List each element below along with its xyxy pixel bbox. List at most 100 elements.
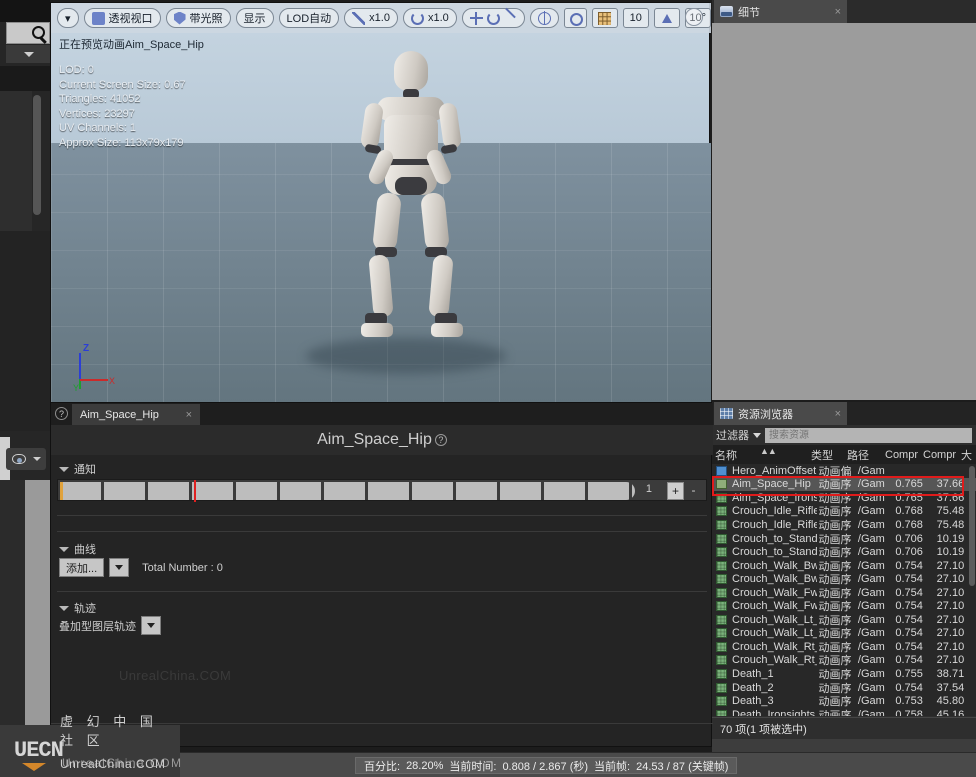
preview-viewport[interactable]: ▾ 透视视口 带光照 显示 LOD自动 x1.0 x1.0 10 10° 正在预… (50, 2, 711, 403)
asset-path: /Gam (857, 708, 885, 716)
divider (57, 515, 707, 516)
asset-type-icon (716, 601, 727, 612)
mesh-leg-left-lower (368, 254, 394, 318)
camera-speed-button[interactable]: x1.0 (344, 8, 398, 28)
asset-browser-tab-label: 资源浏览器 (738, 408, 793, 421)
notify-track[interactable]: 1 + - (57, 479, 707, 502)
asset-compression-1: 0.706 (895, 546, 923, 559)
asset-path: /Gam (857, 532, 885, 545)
curve-section-header[interactable]: 曲线 (59, 541, 96, 557)
animation-editor-panel: ? Aim_Space_Hip × Aim_Space_Hip ? 通知 1 +… (50, 402, 713, 747)
grid-snap-value-button[interactable]: 10 (622, 8, 649, 28)
tab-aim-space-hip[interactable]: Aim_Space_Hip × (72, 404, 200, 425)
column-header-size[interactable]: 大 (958, 447, 974, 463)
time-label: 当前时间: (449, 760, 497, 773)
asset-compression-1: 0.754 (895, 586, 923, 599)
axis-y-label: Y (73, 383, 80, 393)
table-row[interactable]: Death_Ironsights_1动画序/Gam 0.758 45.16 (712, 708, 976, 716)
viewport-maximize-button[interactable] (685, 8, 703, 26)
dropdown-partial[interactable] (6, 45, 50, 63)
add-notify-track-button[interactable]: + (667, 482, 684, 500)
column-header-name[interactable]: 名称 ▲▲ (712, 447, 808, 463)
notify-track-fill (60, 482, 635, 500)
mesh-leg-left-upper (372, 191, 402, 253)
search-icon (32, 26, 45, 39)
viewport-options-button[interactable]: ▾ (57, 8, 79, 28)
search-field-partial[interactable] (6, 22, 50, 44)
axis-z-line (79, 353, 81, 381)
track-section-header[interactable]: 轨迹 (59, 600, 96, 616)
asset-compression-2: 37.54 (936, 681, 965, 694)
asset-list[interactable]: Hero_AnimOffset 动画偏/Gam Aim_Space_Hip 动画序/G… (712, 464, 976, 716)
column-header-name-label: 名称 (715, 449, 737, 462)
close-icon[interactable]: × (835, 6, 841, 18)
playhead-marker[interactable] (194, 480, 196, 502)
column-header-type[interactable]: 类型 (808, 447, 844, 463)
close-icon[interactable]: × (835, 408, 841, 420)
chevron-down-icon (115, 565, 124, 570)
column-header-compression-2[interactable]: Compr (920, 449, 958, 461)
asset-table-header: 名称 ▲▲ 类型 路径 Compr Compr 大 (712, 445, 976, 464)
asset-compression-1: 0.768 (895, 505, 923, 518)
asset-compression-2: 27.10 (936, 654, 965, 667)
asset-name: Crouch_Walk_Lt_R (732, 613, 817, 626)
column-header-compression-1[interactable]: Compr (882, 449, 920, 461)
surface-snap-button[interactable] (563, 8, 587, 28)
show-menu-button[interactable]: 显示 (235, 8, 274, 28)
chevron-down-icon[interactable] (753, 432, 761, 438)
tab-asset-browser[interactable]: 资源浏览器 × (714, 402, 847, 425)
mesh-foot-right (431, 323, 463, 337)
left-scrollbar[interactable] (33, 95, 41, 215)
filter-label[interactable]: 过滤器 (716, 427, 749, 443)
help-icon[interactable]: ? (434, 434, 447, 446)
coordinate-space-button[interactable] (529, 8, 559, 28)
close-icon[interactable]: × (186, 409, 192, 421)
asset-name: Crouch_to_Stand_I (732, 546, 817, 559)
column-header-path[interactable]: 路径 (844, 447, 882, 463)
asset-path: /Gam (857, 546, 885, 559)
curve-section-label: 曲线 (74, 544, 96, 556)
asset-name: Crouch_Walk_Lt_R (732, 627, 817, 640)
lit-mode-button[interactable]: 带光照 (165, 8, 231, 28)
asset-type-icon (716, 492, 727, 503)
visibility-toggle-button[interactable] (6, 448, 46, 470)
remove-notify-track-button[interactable]: - (685, 482, 702, 500)
asset-compression-2: 27.10 (936, 640, 965, 653)
left-panel-body (0, 231, 50, 431)
add-curve-button[interactable]: 添加... (59, 558, 105, 577)
camera-speed-icon (352, 11, 366, 25)
skeletal-mesh-preview[interactable] (351, 51, 471, 356)
asset-type-icon (716, 533, 727, 544)
asset-path: /Gam (857, 613, 885, 626)
anim-speed-button[interactable]: x1.0 (402, 8, 457, 28)
playback-info: 百分比: 28.20% 当前时间: 0.808 / 2.867 (秒) 当前帧:… (355, 757, 738, 774)
lod-button[interactable]: LOD自动 (278, 8, 340, 28)
move-tool-icon[interactable] (469, 11, 483, 25)
add-curve-dropdown-button[interactable] (109, 558, 130, 577)
asset-type-icon (716, 574, 727, 585)
viewport-options-label: ▾ (65, 12, 71, 25)
transform-gizmo-group[interactable] (461, 8, 525, 28)
left-bottom-panel-light (25, 480, 50, 735)
grid-snap-toggle[interactable] (591, 8, 618, 28)
scale-tool-icon[interactable] (504, 12, 517, 25)
asset-type-icon (716, 628, 727, 639)
asset-type-icon (716, 547, 727, 558)
asset-compression-1: 0.754 (895, 559, 923, 572)
asset-compression-1: 0.754 (895, 627, 923, 640)
rotate-tool-icon[interactable] (486, 11, 500, 25)
tab-details[interactable]: 细节 × (714, 0, 847, 23)
track-mode-label: 叠加型图层轨迹 (59, 620, 136, 633)
angle-snap-toggle[interactable] (653, 8, 680, 28)
notify-section-header[interactable]: 通知 (59, 461, 96, 477)
track-mode-dropdown-button[interactable] (141, 616, 161, 635)
perspective-button[interactable]: 透视视口 (83, 8, 161, 28)
asset-name: Death_2 (732, 681, 774, 694)
notify-track-number: 1 (645, 483, 652, 495)
asset-list-scrollbar[interactable] (969, 466, 975, 586)
asset-path: /Gam (857, 478, 885, 491)
help-icon[interactable]: ? (55, 407, 68, 420)
asset-type-icon (716, 709, 727, 716)
asset-search-input[interactable] (765, 427, 972, 443)
axis-x-label: X (108, 376, 115, 386)
